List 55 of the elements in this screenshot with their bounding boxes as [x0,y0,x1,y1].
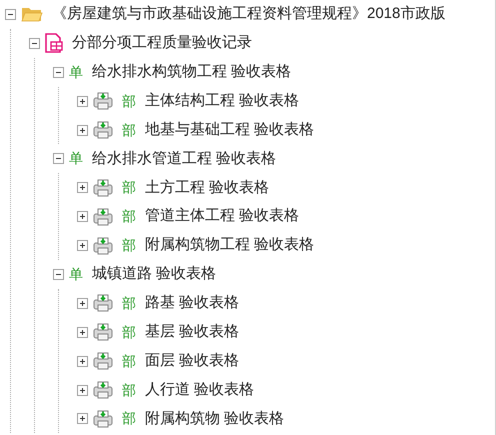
expand-icon[interactable] [77,384,88,396]
printer-icon [93,121,113,139]
expand-icon[interactable] [77,326,88,338]
collapse-icon[interactable] [53,268,64,280]
tree-item[interactable]: 城镇道路 验收表格 [92,263,216,286]
expand-icon[interactable] [77,356,88,367]
tree-item[interactable]: 《房屋建筑与市政基础设施工程资料管理规程》2018市政版 [52,3,446,26]
tree-item[interactable]: 主体结构工程 验收表格 [145,90,300,112]
printer-icon [93,410,113,428]
collapse-icon[interactable] [53,153,64,164]
collapse-icon[interactable] [29,38,40,49]
printer-icon [93,323,113,342]
expand-icon[interactable] [77,240,88,252]
tree-item[interactable]: 附属构筑物工程 验收表格 [145,234,314,257]
part-mark: 部 [122,92,136,111]
folder-icon [21,5,43,24]
printer-icon [93,381,113,400]
tree-item[interactable]: 地基与基础工程 验收表格 [145,118,314,142]
printer-icon [93,92,113,110]
form-icon [45,33,63,54]
printer-icon [93,352,113,370]
tree-item[interactable]: 管道主体工程 验收表格 [145,205,300,228]
expand-icon[interactable] [77,182,88,194]
part-mark: 部 [122,178,136,198]
printer-icon [93,294,113,312]
part-mark: 部 [122,120,136,140]
part-mark: 部 [122,322,136,342]
part-mark: 部 [122,236,136,256]
tree-item[interactable]: 给水排水构筑物工程 验收表格 [92,60,292,84]
unit-mark: 单 [69,264,83,284]
part-mark: 部 [122,380,136,400]
part-mark: 部 [122,409,136,428]
printer-icon [93,178,113,197]
tree-item[interactable]: 路基 验收表格 [145,292,240,315]
part-mark: 部 [122,352,136,371]
expand-icon[interactable] [77,96,88,107]
tree-item[interactable]: 附属构筑物 验收表格 [145,408,284,430]
expand-icon[interactable] [77,124,88,136]
expand-icon[interactable] [77,413,88,424]
tree-item[interactable]: 人行道 验收表格 [145,378,254,402]
tree-item[interactable]: 基层 验收表格 [145,320,240,344]
expand-icon[interactable] [77,298,88,309]
tree-item[interactable]: 分部分项工程质量验收记录 [72,32,252,55]
unit-mark: 单 [69,62,83,82]
collapse-icon[interactable] [5,8,16,20]
part-mark: 部 [122,294,136,313]
printer-icon [93,236,113,255]
unit-mark: 单 [69,149,83,168]
tree-item[interactable]: 给水排水管道工程 验收表格 [92,148,276,170]
tree-item[interactable]: 土方工程 验收表格 [145,176,270,200]
part-mark: 部 [122,207,136,226]
collapse-icon[interactable] [53,66,64,78]
expand-icon[interactable] [77,211,88,222]
printer-icon [93,208,113,226]
tree-item[interactable]: 面层 验收表格 [145,350,240,372]
